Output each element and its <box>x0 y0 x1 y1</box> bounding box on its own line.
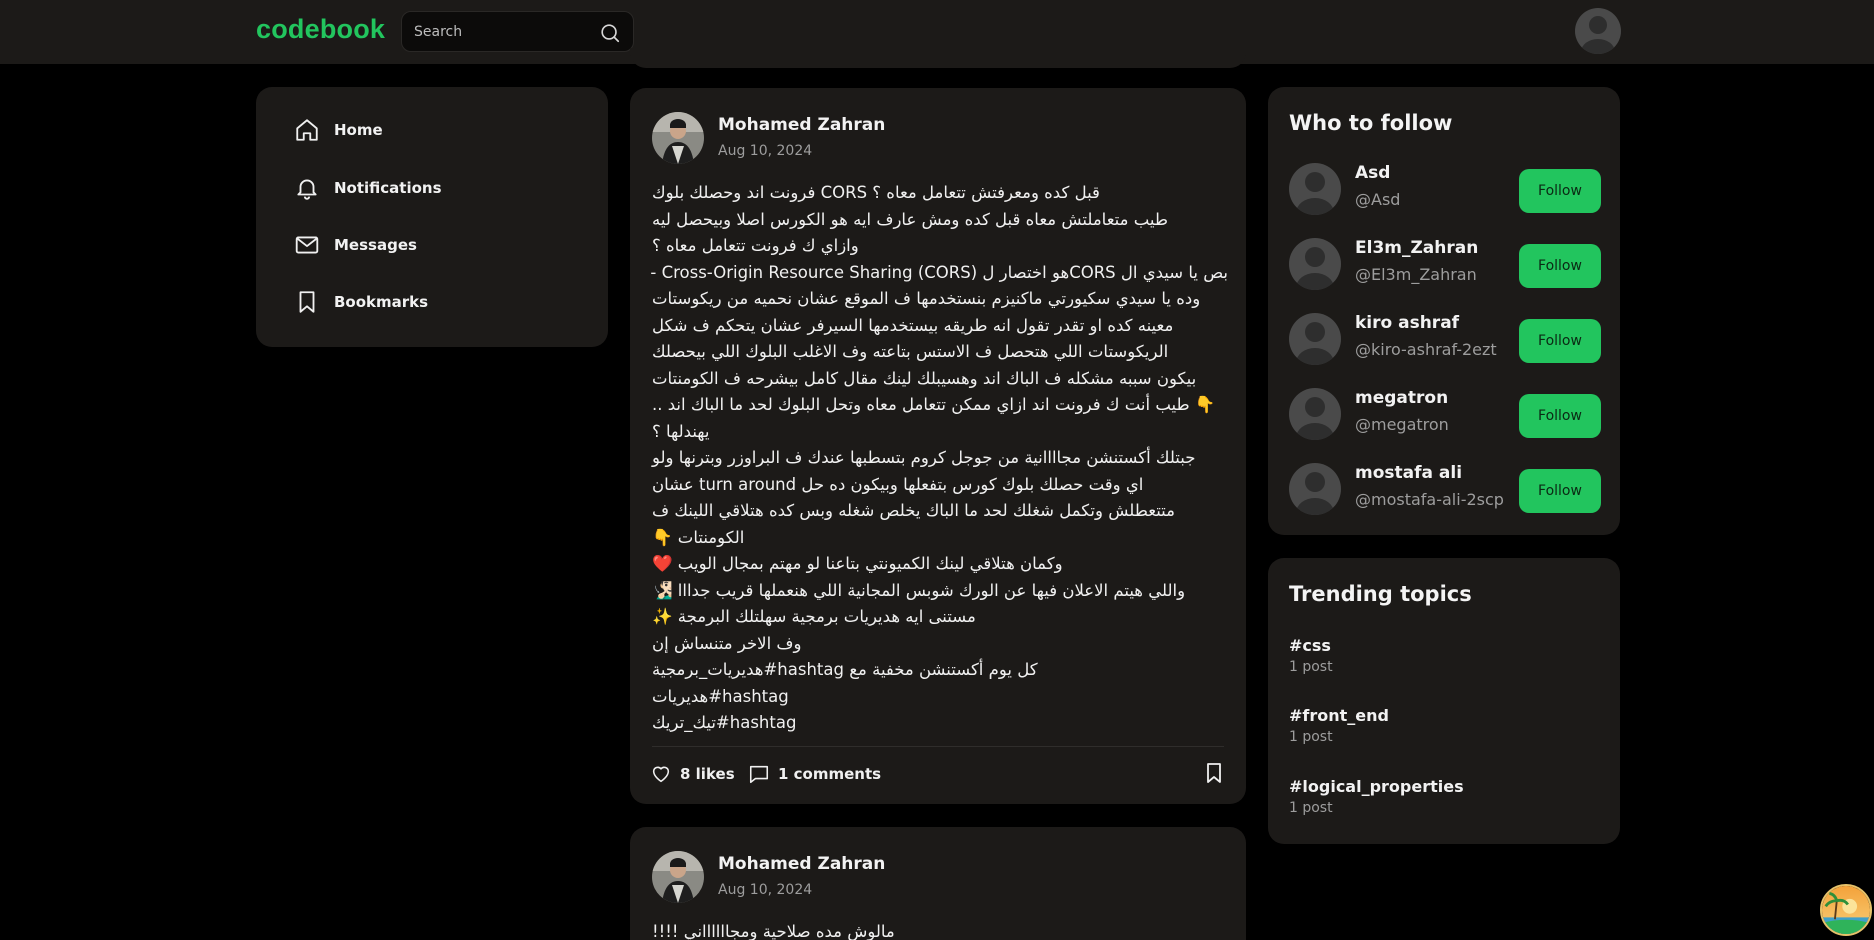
suggested-user: megatron @megatron Follow <box>1289 386 1601 442</box>
post-hashtag-line[interactable]: hashtag#تيك_تريك <box>652 710 1228 737</box>
post-line: طيب متعاملتش معاه قبل كده ومش عارف ايه ه… <box>652 209 1169 229</box>
mail-icon <box>295 236 319 254</box>
post-line: وده يا سيدي سكيورتي ماكنيزم بنستخدمها ف … <box>652 289 1201 308</box>
user-handle: @kiro-ashraf-2ezt <box>1355 340 1497 359</box>
post-line: يهندلها ؟ <box>652 421 710 441</box>
post-author[interactable]: Mohamed Zahran <box>718 854 885 874</box>
sidebar-nav: Home Notifications Messages Bookmarks <box>256 87 608 347</box>
post-line: بيكون سببه مشكله ف الباك اند وهسيبلك لين… <box>652 368 1197 388</box>
bookmark-icon <box>299 291 315 313</box>
comment-button[interactable]: 1 comments <box>748 760 881 788</box>
author-avatar[interactable] <box>652 112 704 164</box>
post-hashtag-line[interactable]: كل يوم أكستنشن مخفية مع hashtag#هديريات_… <box>652 657 1228 684</box>
suggested-user: El3m_Zahran @El3m_Zahran Follow <box>1289 236 1601 292</box>
post-line: مستنى ايه هديريات برمجية سهلتلك البرمجة … <box>652 607 976 626</box>
comments-count: 1 comments <box>778 765 882 783</box>
topic-tag: #logical_properties <box>1289 777 1464 796</box>
app-logo[interactable]: codebook <box>256 14 385 45</box>
user-avatar[interactable] <box>1289 313 1341 365</box>
topic-tag: #css <box>1289 636 1331 655</box>
suggested-user: Asd @Asd Follow <box>1289 161 1601 217</box>
sidebar-item-label: Notifications <box>334 179 442 197</box>
post-author[interactable]: Mohamed Zahran <box>718 115 885 135</box>
topic-count: 1 post <box>1289 800 1333 816</box>
post-card: Mohamed Zahran Aug 10, 2024 قبل كده ومعر… <box>630 88 1246 804</box>
post-content: مالوش مده صلاحية ومجااااااني !!!! <box>652 919 1228 940</box>
user-name[interactable]: mostafa ali <box>1355 463 1462 483</box>
sidebar-item-label: Bookmarks <box>334 293 429 311</box>
comment-icon <box>749 765 769 784</box>
post-line: متتعطلش وتكمل شغلك لحد ما الباك يخلص شغل… <box>652 501 1175 520</box>
trending-topic[interactable]: #logical_properties 1 post <box>1289 777 1464 816</box>
sidebar-item-label: Messages <box>334 236 417 254</box>
bookmark-icon[interactable] <box>1202 761 1226 785</box>
user-avatar[interactable] <box>1289 463 1341 515</box>
author-avatar[interactable] <box>652 851 704 903</box>
post-line: 👇 طيب أنت ك فرونت اند ازاي ممكن تتعامل م… <box>652 395 1216 414</box>
post-line: قبل كده ومعرفتش تتعامل معاه ؟ CORS فرونت… <box>652 183 1100 202</box>
post-line: واللي هيتم الاعلان فيها عن الورك شوبس ال… <box>652 580 1186 600</box>
trending-topic[interactable]: #front_end 1 post <box>1289 706 1389 745</box>
topic-count: 1 post <box>1289 659 1333 675</box>
search-icon[interactable] <box>599 22 621 44</box>
heart-icon <box>652 766 670 783</box>
follow-button[interactable]: Follow <box>1519 394 1601 438</box>
user-handle: @megatron <box>1355 415 1449 434</box>
previous-post-card <box>630 48 1246 68</box>
sidebar-item-messages[interactable]: Messages <box>294 228 554 262</box>
user-name[interactable]: Asd <box>1355 163 1390 183</box>
likes-count: 8 likes <box>680 765 735 783</box>
sidebar-item-notifications[interactable]: Notifications <box>294 171 554 205</box>
post-date: Aug 10, 2024 <box>718 143 813 159</box>
post-line: الريكوستات اللي هتحصل ف الاستس بتاعته وف… <box>652 342 1169 361</box>
suggested-user: mostafa ali @mostafa-ali-2scp Follow <box>1289 461 1601 517</box>
who-to-follow-title: Who to follow <box>1289 111 1453 135</box>
post-line: اي وقت حصلك بلوك كورس بتفعلها وبيكون ده … <box>652 474 1144 494</box>
post-hashtag-line[interactable]: hashtag#هديريات <box>652 684 1228 711</box>
follow-button[interactable]: Follow <box>1519 169 1601 213</box>
user-name[interactable]: El3m_Zahran <box>1355 238 1478 258</box>
post-line: وكمان هتلاقي لينك الكميونتي بتاعنا لو مه… <box>652 554 1063 573</box>
follow-button[interactable]: Follow <box>1519 469 1601 513</box>
post-line: جبتلك أكستنشن مجاااانية من جوجل كروم بتس… <box>652 448 1196 467</box>
sidebar-item-bookmarks[interactable]: Bookmarks <box>294 285 554 319</box>
user-handle: @Asd <box>1355 190 1401 209</box>
post-line: وف الاخر متنساش إن <box>652 633 802 653</box>
sidebar-item-label: Home <box>334 121 383 139</box>
topic-tag: #front_end <box>1289 706 1389 725</box>
like-button[interactable]: 8 likes <box>650 760 735 788</box>
trending-title: Trending topics <box>1289 582 1472 606</box>
trending-topic[interactable]: #css 1 post <box>1289 636 1333 675</box>
trending-topics-card: Trending topics #css 1 post #front_end 1… <box>1268 558 1620 844</box>
follow-button[interactable]: Follow <box>1519 319 1601 363</box>
search-input[interactable] <box>414 22 594 42</box>
user-name[interactable]: megatron <box>1355 388 1448 408</box>
user-avatar[interactable] <box>1289 163 1341 215</box>
post-date: Aug 10, 2024 <box>718 882 813 898</box>
user-avatar[interactable] <box>1289 388 1341 440</box>
suggested-user: kiro ashraf @kiro-ashraf-2ezt Follow <box>1289 311 1601 367</box>
post-content: قبل كده ومعرفتش تتعامل معاه ؟ CORS فرونت… <box>650 180 1228 737</box>
search-box[interactable] <box>401 11 634 52</box>
post-line: مالوش مده صلاحية ومجااااااني !!!! <box>652 922 895 940</box>
bell-icon <box>297 179 317 200</box>
who-to-follow-card: Who to follow Asd @Asd Follow El3m_Zahra… <box>1268 87 1620 535</box>
post-line: وازاي ك فرونت تتعامل معاه ؟ <box>652 236 859 255</box>
post-line: معينه كده او تقدر تقول انه طريقه بيستخدم… <box>652 315 1174 335</box>
floating-widget-icon[interactable] <box>1820 884 1872 936</box>
follow-button[interactable]: Follow <box>1519 244 1601 288</box>
user-handle: @El3m_Zahran <box>1355 265 1477 284</box>
topic-count: 1 post <box>1289 729 1333 745</box>
post-divider <box>652 746 1224 747</box>
user-name[interactable]: kiro ashraf <box>1355 313 1459 333</box>
post-card: Mohamed Zahran Aug 10, 2024 مالوش مده صل… <box>630 827 1246 940</box>
user-avatar[interactable] <box>1289 238 1341 290</box>
user-avatar[interactable] <box>1575 8 1621 54</box>
home-icon <box>296 119 318 141</box>
post-line: بص يا سيدي ال CORSهو اختصار ل Cross-Orig… <box>650 262 1228 282</box>
user-handle: @mostafa-ali-2scp <box>1355 490 1504 509</box>
post-line: الكومنتات 👇 <box>652 527 745 547</box>
sidebar-item-home[interactable]: Home <box>294 113 554 147</box>
